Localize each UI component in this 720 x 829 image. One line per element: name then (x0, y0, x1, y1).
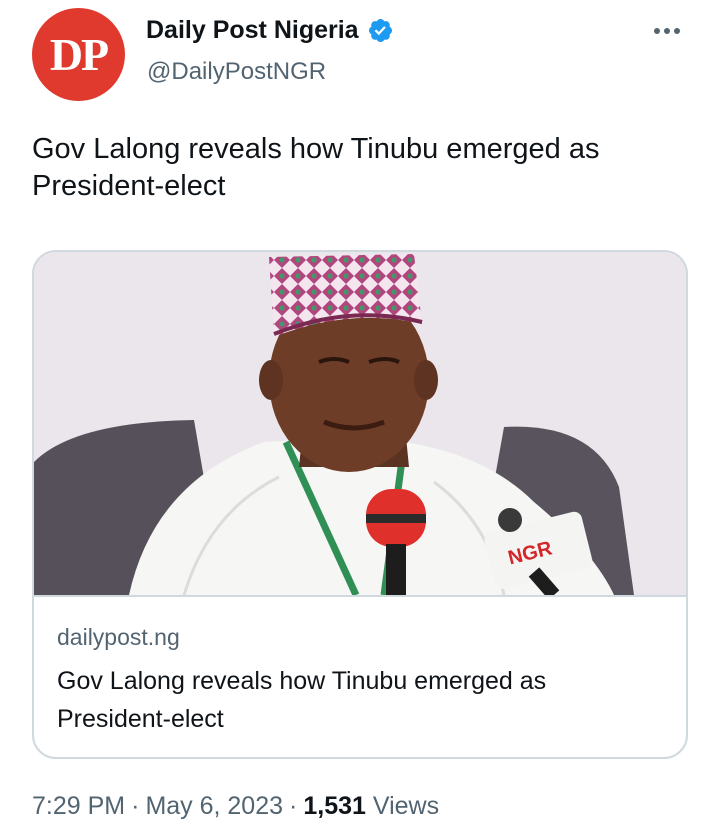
more-options-icon[interactable] (654, 28, 680, 34)
card-image[interactable]: NGR (34, 252, 686, 595)
author-name-row: Daily Post Nigeria (146, 16, 394, 45)
views-label: Views (372, 792, 440, 820)
tweet-text: Gov Lalong reveals how Tinubu emerged as… (32, 133, 600, 202)
tweet-time[interactable]: 7:29 PM (32, 792, 125, 820)
meta-separator: · (131, 792, 140, 820)
tweet-date[interactable]: May 6, 2023 (145, 792, 283, 820)
author-handle[interactable]: @DailyPostNGR (147, 58, 326, 86)
author-display-name[interactable]: Daily Post Nigeria (146, 16, 359, 45)
verified-badge-icon (367, 17, 394, 44)
card-divider (34, 595, 686, 597)
card-domain: dailypost.ng (57, 624, 180, 650)
avatar-logo-text: DP (49, 29, 109, 80)
link-preview-card[interactable]: NGR dailypost.ng Gov Lalong reveals how … (32, 250, 688, 759)
card-title[interactable]: Gov Lalong reveals how Tinubu emerged as… (57, 662, 657, 738)
views-count: 1,531 (303, 792, 366, 820)
avatar[interactable]: DP (32, 8, 125, 101)
tweet-meta: 7:29 PM · May 6, 2023 · 1,531 Views (32, 792, 439, 821)
meta-separator-2: · (289, 792, 298, 820)
